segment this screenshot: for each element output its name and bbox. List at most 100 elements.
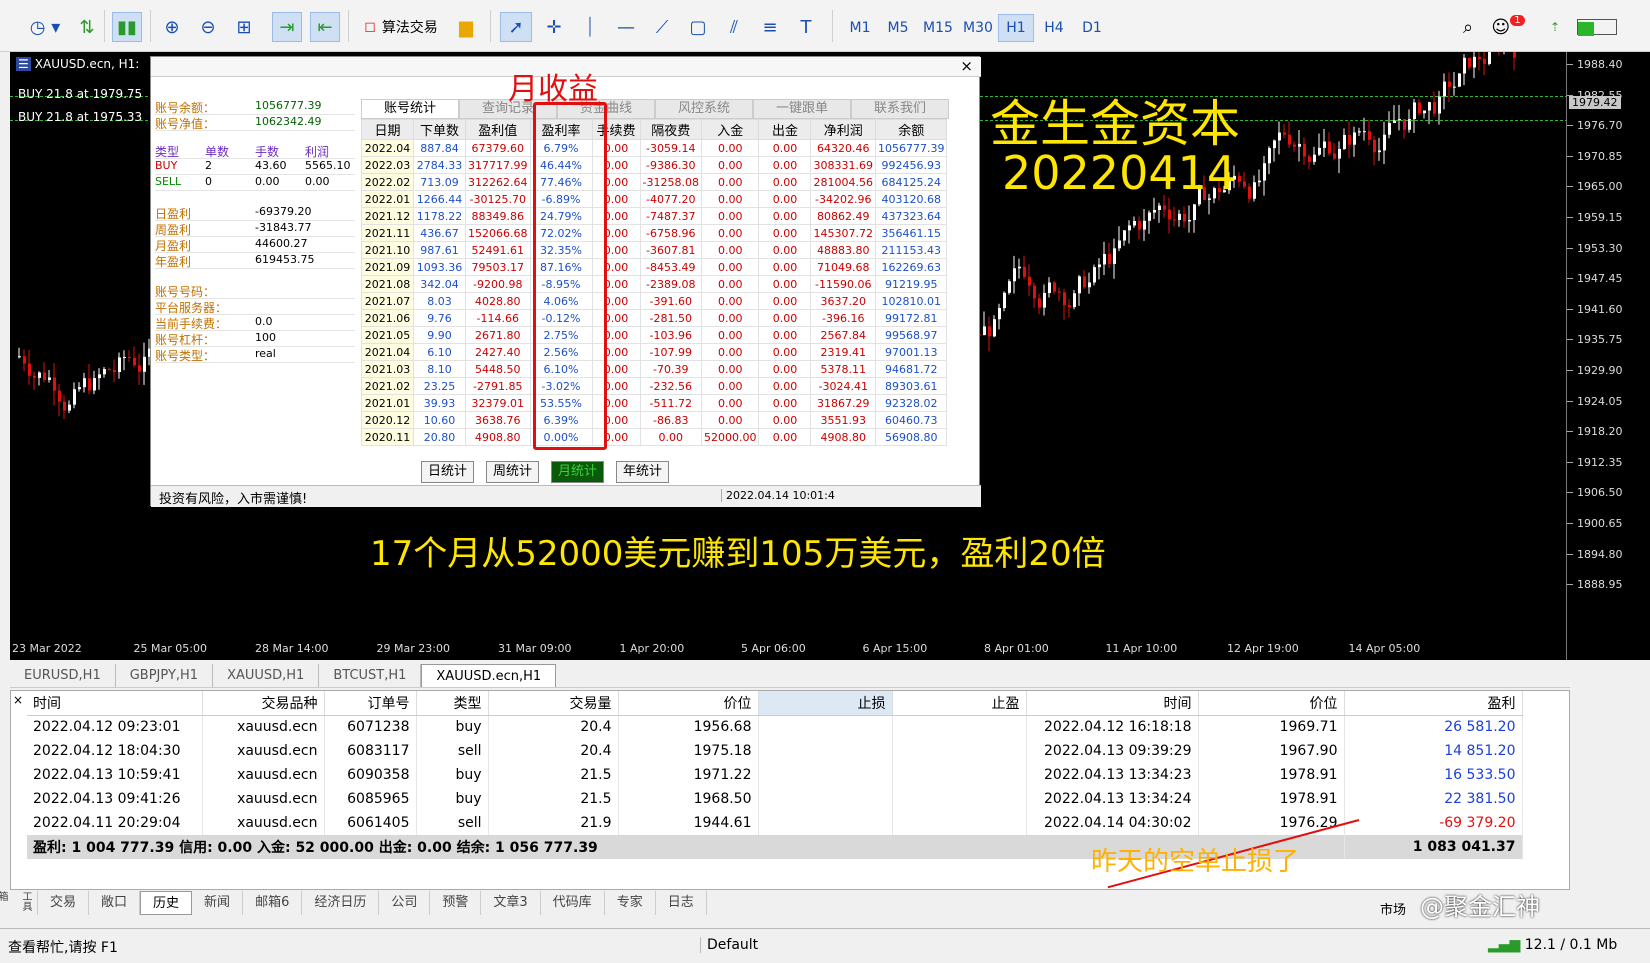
history-col-header[interactable]: 盈利 — [1344, 691, 1523, 716]
trendline-icon[interactable]: ⟋ — [648, 12, 676, 42]
candle-body — [983, 326, 986, 336]
profile-name[interactable]: Default — [700, 937, 758, 953]
terminal-close-icon[interactable]: × — [13, 693, 23, 707]
history-col-header[interactable]: 类型 — [416, 691, 489, 716]
terminal-tab[interactable]: 邮箱6 — [243, 891, 303, 915]
daily-stats-button[interactable]: 日统计 — [421, 461, 475, 483]
shapes-icon[interactable]: ▢ — [684, 12, 712, 42]
tf-d1[interactable]: D1 — [1074, 14, 1110, 42]
notifications-icon[interactable]: ☺ 1 — [1490, 12, 1526, 42]
history-col-header[interactable]: 时间 — [1026, 691, 1199, 716]
weekly-stats-button[interactable]: 周统计 — [486, 461, 540, 483]
terminal-tab[interactable]: 公司 — [379, 891, 431, 915]
stats-col-header[interactable]: 余额 — [874, 119, 948, 140]
one-click-icon[interactable]: ⇅ — [76, 12, 98, 42]
chart-shift-icon[interactable]: ⇤ — [310, 12, 340, 42]
tf-h4[interactable]: H4 — [1036, 14, 1072, 42]
stats-col-header[interactable]: 净利润 — [810, 119, 876, 140]
tab-copy-trade[interactable]: 一键跟单 — [753, 99, 851, 119]
terminal-tab[interactable]: 历史 — [140, 891, 193, 915]
history-row[interactable]: 2022.04.13 10:59:41 xauusd.ecn 6090358 buy 2… — [27, 763, 1523, 787]
history-col-header[interactable]: 订单号 — [324, 691, 417, 716]
chart-tab-xauusd[interactable]: XAUUSD,H1 — [213, 664, 320, 687]
chart-tab-btcust[interactable]: BTCUST,H1 — [319, 664, 422, 687]
history-cell: 2022.04.12 18:04:30 — [27, 739, 203, 763]
monthly-stats-button[interactable]: 月统计 — [551, 461, 605, 483]
history-col-header[interactable]: 价位 — [1198, 691, 1345, 716]
yearly-stats-button[interactable]: 年统计 — [616, 461, 670, 483]
history-cell: 1975.18 — [618, 739, 759, 763]
terminal-tab[interactable]: 预警 — [430, 891, 482, 915]
history-col-header[interactable]: 止损 — [758, 691, 893, 716]
stats-cell: 0.00 — [758, 411, 812, 429]
horizontal-line-icon[interactable]: — — [612, 12, 640, 42]
tab-contact-us[interactable]: 联系我们 — [851, 99, 949, 119]
chart-tab-gbpjpy[interactable]: GBPJPY,H1 — [116, 664, 214, 687]
terminal-tab[interactable]: 新闻 — [192, 891, 244, 915]
stats-col-header[interactable]: 日期 — [361, 119, 414, 140]
bar-chart-icon[interactable]: ▮▮ — [112, 12, 142, 42]
fibonacci-icon[interactable]: ⫽ — [720, 12, 748, 42]
tf-m15[interactable]: M15 — [918, 14, 958, 42]
vertical-line-icon[interactable]: ⏐ — [576, 12, 604, 42]
history-col-header[interactable]: 时间 — [27, 691, 203, 716]
history-col-header[interactable]: 价位 — [618, 691, 759, 716]
tf-m1[interactable]: M1 — [842, 14, 878, 42]
stats-col-header[interactable]: 出金 — [758, 119, 812, 140]
candle-body — [1468, 57, 1471, 68]
history-col-header[interactable]: 交易量 — [488, 691, 619, 716]
crosshair-icon[interactable]: ✛ — [540, 12, 568, 42]
stats-cell: -34202.96 — [810, 190, 876, 208]
cursor-icon[interactable]: ➚ — [500, 12, 532, 42]
candle-body — [58, 390, 61, 402]
terminal-tab[interactable]: 专家 — [605, 891, 656, 915]
history-col-header[interactable]: 交易品种 — [202, 691, 325, 716]
terminal-tab[interactable]: 经济日历 — [302, 891, 380, 915]
clock-icon[interactable]: ◷ ▾ — [20, 12, 70, 42]
candle-body — [1373, 139, 1376, 153]
tf-m5[interactable]: M5 — [880, 14, 916, 42]
history-col-header[interactable]: 止盈 — [892, 691, 1027, 716]
chart-tab-xauusd-ecn[interactable]: XAUUSD.ecn,H1 — [421, 664, 557, 687]
stats-row: 2021.10 987.61 52491.61 32.35% 0.00 -3607.81 0… — [361, 241, 948, 259]
history-row[interactable]: 2022.04.11 20:29:04 xauusd.ecn 6061405 sell… — [27, 811, 1523, 835]
price-scale[interactable]: 1988.401982.551976.701970.851965.001959.… — [1566, 52, 1650, 660]
market-label[interactable]: 市场 — [1380, 899, 1406, 918]
terminal-tab[interactable]: 敞口 — [89, 891, 141, 915]
history-row[interactable]: 2022.04.12 18:04:30 xauusd.ecn 6083117 sell… — [27, 739, 1523, 763]
close-icon[interactable]: × — [960, 57, 973, 75]
chart-tab-eurusd[interactable]: EURUSD,H1 — [10, 664, 116, 687]
stats-col-header[interactable]: 下单数 — [413, 119, 466, 140]
stats-col-header[interactable]: 盈利值 — [465, 119, 531, 140]
candle-body — [1288, 134, 1291, 145]
autoscroll-icon[interactable]: ⇥ — [272, 12, 302, 42]
algo-trading-button[interactable]: ◻ 算法交易 — [356, 12, 446, 42]
tf-m30[interactable]: M30 — [958, 14, 998, 42]
time-label: 31 Mar 09:00 — [498, 642, 572, 655]
grid-icon[interactable]: ⊞ — [230, 12, 258, 42]
zoom-out-icon[interactable]: ⊖ — [194, 12, 222, 42]
candle-body — [1368, 131, 1371, 140]
stats-cell: 2021.11 — [361, 224, 414, 242]
history-row[interactable]: 2022.04.13 09:41:26 xauusd.ecn 6085965 buy 2… — [27, 787, 1523, 811]
search-icon[interactable]: ⌕ — [1454, 12, 1482, 42]
channel-icon[interactable]: ≡ — [756, 12, 784, 42]
terminal-tab[interactable]: 文章3 — [481, 891, 541, 915]
level-icon[interactable]: ⇡ — [1544, 12, 1566, 42]
terminal-tab[interactable]: 日志 — [656, 891, 707, 915]
terminal-tab[interactable]: 代码库 — [541, 891, 605, 915]
tf-h1[interactable]: H1 — [998, 14, 1034, 42]
stats-col-header[interactable]: 入金 — [700, 119, 760, 140]
tab-risk-control[interactable]: 风控系统 — [655, 99, 753, 119]
time-label: 28 Mar 14:00 — [255, 642, 329, 655]
candle-body — [1078, 276, 1081, 294]
stats-col-header[interactable]: 隔夜费 — [639, 119, 702, 140]
folder-icon[interactable]: ▆ — [452, 12, 480, 42]
connection-speed: ▂▄▆ 12.1 / 0.1 Mb — [1488, 937, 1618, 953]
zoom-in-icon[interactable]: ⊕ — [158, 12, 186, 42]
terminal-tab[interactable]: 交易 — [38, 891, 90, 915]
tab-account-stats[interactable]: 账号统计 — [361, 99, 459, 119]
candle-body — [1053, 282, 1056, 292]
text-icon[interactable]: T — [792, 12, 820, 42]
history-row[interactable]: 2022.04.12 09:23:01 xauusd.ecn 6071238 buy 2… — [27, 715, 1523, 739]
